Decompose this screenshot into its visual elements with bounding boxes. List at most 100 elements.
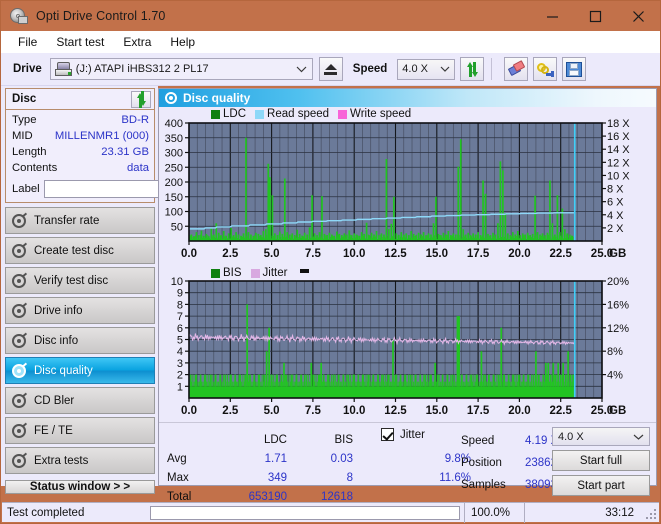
disc-panel-title: Disc [12,93,37,105]
sidebar-item-create-test-disc[interactable]: Create test disc [5,237,155,264]
disc-row-key: Type [12,114,37,126]
right-stat-key: Speed [461,435,495,447]
close-icon[interactable] [617,1,660,31]
app-disc-drive-icon [10,7,28,25]
main-panel-header: Disc quality [159,89,656,107]
svg-text:4 X: 4 X [607,210,624,222]
sidebar-item-disc-info[interactable]: Disc info [5,327,155,354]
svg-text:20.0: 20.0 [508,248,530,260]
sidebar-item-cd-bler[interactable]: CD Bler [5,387,155,414]
eject-icon [324,63,337,70]
stats-row-bis: 0.03 [330,452,353,465]
table-row: Max 349 8 11.6% [167,469,475,486]
svg-text:5: 5 [177,335,183,347]
maximize-icon[interactable] [574,1,617,31]
disc-panel-header: Disc [6,89,154,110]
jitter-scale-marker [300,269,310,273]
progress-percent: 100.0% [464,502,524,523]
refresh-arrows-icon [465,61,480,77]
svg-text:50: 50 [171,221,183,233]
sidebar-item-label: Disc info [34,334,79,347]
svg-text:17.5: 17.5 [467,405,490,417]
drive-label: Drive [13,63,42,75]
disc-test-icon [12,423,26,438]
table-row: Avg 1.71 0.03 9.8% [167,450,475,467]
floppy-save-icon [566,61,583,77]
svg-text:14 X: 14 X [607,144,630,156]
save-button[interactable] [562,57,587,81]
eject-button[interactable] [318,57,343,81]
refresh-arrows-icon [135,91,148,108]
sidebar-item-extra-tests[interactable]: Extra tests [5,447,155,474]
svg-text:15.0: 15.0 [426,405,448,417]
sidebar-item-fe-te[interactable]: FE / TE [5,417,155,444]
test-speed-select[interactable]: 4.0 X [552,427,650,446]
sidebar-item-transfer-rate[interactable]: Transfer rate [5,207,155,234]
key-icon [536,62,554,77]
svg-text:6: 6 [177,323,183,335]
ldc-chart-legend: LDC Read speed Write speed [211,108,416,120]
key-button[interactable] [533,57,558,81]
svg-text:17.5: 17.5 [467,248,490,260]
stats-row-ldc: 1.71 [264,452,287,465]
sidebar-item-label: Disc quality [34,364,93,377]
disc-refresh-button[interactable] [131,91,151,108]
drive-select[interactable]: (J:) ATAPI iHBS312 2 PL17 [49,58,313,80]
menu-extra[interactable]: Extra [114,33,160,51]
status-text: Test completed [7,506,85,519]
stats-row-key: Avg [167,452,187,465]
stats-row-jitter: 11.6% [439,471,471,484]
resize-grip-icon[interactable] [644,507,656,519]
sidebar-item-label: Create test disc [34,244,114,257]
svg-text:22.5: 22.5 [550,405,573,417]
disc-row-length: Length 23.31 GB [12,145,149,160]
svg-text:7.5: 7.5 [305,405,322,417]
disc-test-icon [12,453,26,468]
start-full-button[interactable]: Start full [552,450,650,471]
stats-header-bis: BIS [334,433,353,446]
svg-text:200: 200 [165,177,183,189]
sidebar: Disc Type BD-R MID MILLENMR1 (000) Lengt… [1,86,246,494]
disc-test-icon [12,363,26,378]
sidebar-item-verify-test-disc[interactable]: Verify test disc [5,267,155,294]
sidebar-item-label: Transfer rate [34,214,100,227]
svg-text:2 X: 2 X [607,223,624,235]
body: Disc Type BD-R MID MILLENMR1 (000) Lengt… [1,86,660,503]
svg-text:100: 100 [165,207,183,219]
jitter-checkbox[interactable] [381,428,394,441]
svg-text:8: 8 [177,299,183,311]
svg-text:300: 300 [165,148,183,160]
menu-help[interactable]: Help [161,33,204,51]
disc-row-type: Type BD-R [12,113,149,128]
disc-row-key: Length [12,146,47,158]
svg-text:400: 400 [165,118,183,130]
elapsed-time: 33:12 [524,502,644,523]
chevron-down-icon [296,59,307,79]
sidebar-item-drive-info[interactable]: Drive info [5,297,155,324]
disc-row-key: MID [12,130,33,142]
menu-start-test[interactable]: Start test [47,33,113,51]
minimize-icon[interactable] [531,1,574,31]
chevron-down-icon [440,63,450,75]
disc-label-key: Label [12,182,40,195]
status-window-button[interactable]: Status window > > [5,480,155,494]
window-controls [531,1,660,31]
start-part-button[interactable]: Start part [552,475,650,496]
svg-text:10.0: 10.0 [343,248,365,260]
erase-button[interactable] [504,57,529,81]
menu-file[interactable]: File [9,33,46,51]
bis-chart-legend: BIS Jitter [211,267,310,279]
svg-text:2.5: 2.5 [222,405,239,417]
svg-text:16 X: 16 X [607,131,630,143]
legend-item-ldc: LDC [211,108,246,120]
stats-row-bis: 8 [346,471,353,484]
legend-label: LDC [223,108,247,120]
menubar: File Start test Extra Help [1,31,660,53]
disc-test-icon [12,273,26,288]
svg-text:12%: 12% [607,323,629,335]
sidebar-item-disc-quality[interactable]: Disc quality [5,357,155,384]
refresh-button[interactable] [460,57,485,81]
toolbar: Drive (J:) ATAPI iHBS312 2 PL17 Speed 4.… [1,53,660,86]
disc-row-contents: Contents data [12,161,149,176]
speed-select[interactable]: 4.0 X [397,58,456,80]
